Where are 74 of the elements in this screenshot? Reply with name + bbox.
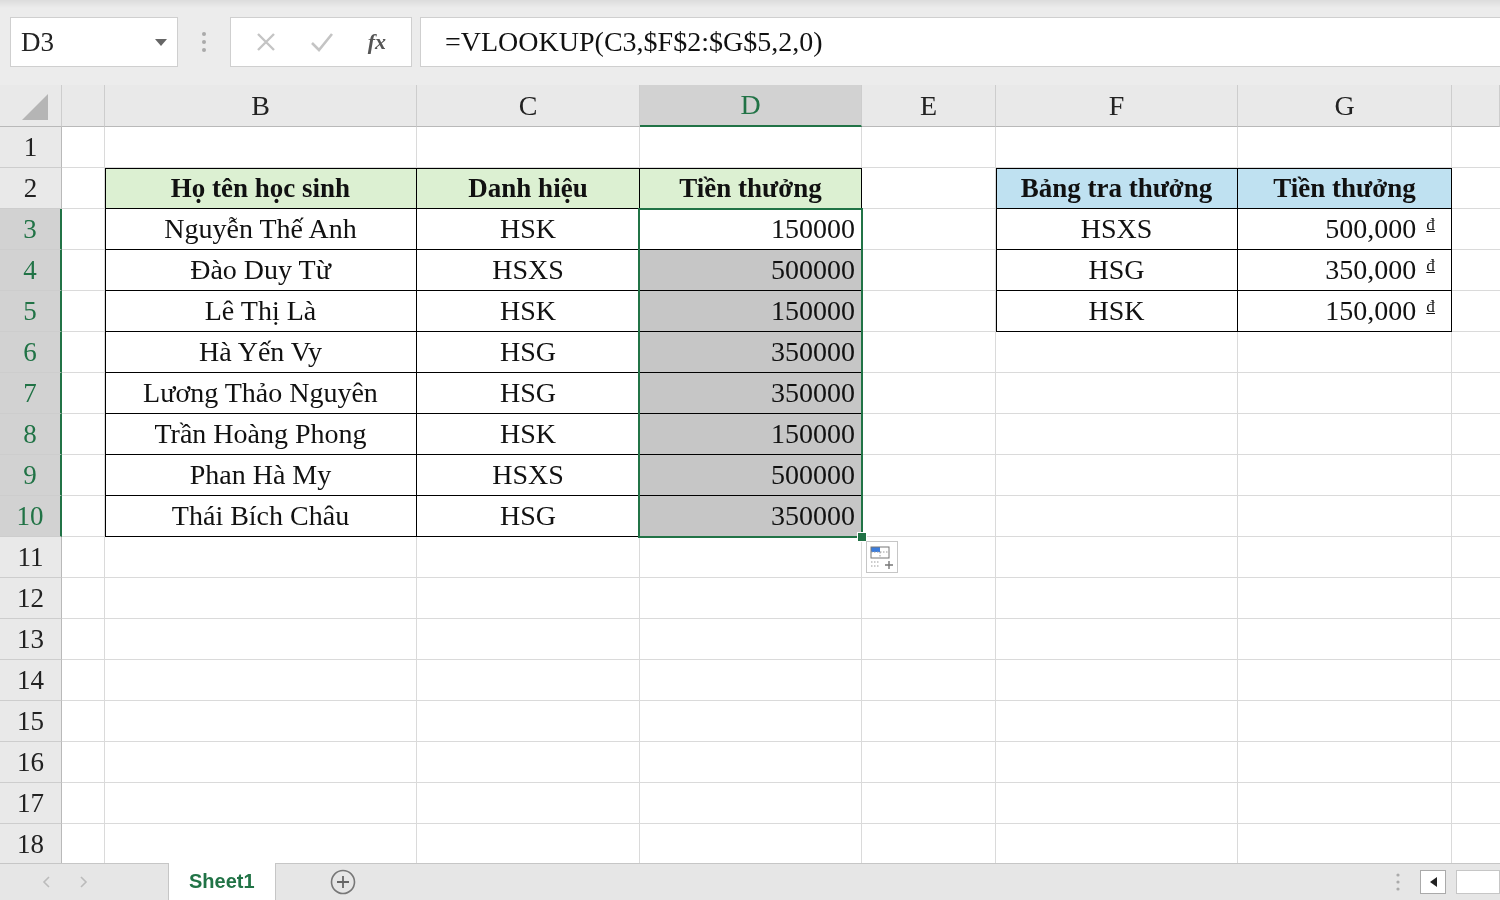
table-cell: Trần Hoàng Phong — [105, 414, 417, 455]
table-header-cell: Tiền thưởng — [1238, 168, 1452, 209]
currency-symbol: ₫ — [1426, 256, 1435, 276]
row-header[interactable]: 2 — [0, 168, 62, 209]
table-cell: 350000 — [640, 332, 862, 373]
row-header[interactable]: 7 — [0, 373, 62, 414]
left-triangle-icon — [1429, 877, 1437, 887]
row-header[interactable]: 11 — [0, 537, 62, 578]
row-header[interactable]: 12 — [0, 578, 62, 619]
table-cell: 500000 — [640, 250, 862, 291]
table-cell: 500000 — [640, 455, 862, 496]
table-cell: Đào Duy Từ — [105, 250, 417, 291]
row-header[interactable]: 6 — [0, 332, 62, 373]
row-header[interactable]: 17 — [0, 783, 62, 824]
table-header-cell: Tiền thưởng — [640, 168, 862, 209]
grip-icon — [202, 31, 206, 53]
fill-handle[interactable] — [857, 532, 867, 542]
column-header[interactable]: E — [862, 85, 996, 127]
row-header[interactable]: 9 — [0, 455, 62, 496]
table-header-cell: Bảng tra thưởng — [996, 168, 1238, 209]
column-header[interactable] — [1452, 85, 1500, 127]
currency-amount: 350,000 — [1325, 254, 1417, 286]
dropdown-caret-icon — [155, 38, 167, 46]
table-cell: 150000 — [640, 414, 862, 455]
row-header[interactable]: 8 — [0, 414, 62, 455]
row-header[interactable]: 16 — [0, 742, 62, 783]
row-header[interactable]: 5 — [0, 291, 62, 332]
table-cell: 150000 — [640, 291, 862, 332]
insert-function-button[interactable]: fx — [367, 29, 387, 55]
row-header[interactable]: 1 — [0, 127, 62, 168]
column-header[interactable]: F — [996, 85, 1238, 127]
table-cell: Lương Thảo Nguyên — [105, 373, 417, 414]
table-header-cell: Danh hiệu — [417, 168, 640, 209]
scroll-right-icon[interactable] — [80, 876, 88, 888]
table-cell: 350000 — [640, 496, 862, 537]
table-cell: HSXS — [996, 209, 1238, 250]
column-header[interactable]: C — [417, 85, 640, 127]
table-header-cell: Họ tên học sinh — [105, 168, 417, 209]
grip-icon — [1396, 873, 1400, 891]
check-icon[interactable] — [309, 32, 334, 52]
row-header[interactable]: 4 — [0, 250, 62, 291]
add-sheet-icon[interactable] — [329, 869, 356, 895]
currency-amount: 500,000 — [1325, 213, 1417, 245]
table-cell: Nguyễn Thế Anh — [105, 209, 417, 250]
cancel-icon[interactable] — [255, 32, 276, 52]
table-cell: Lê Thị Là — [105, 291, 417, 332]
table-cell: 350000 — [640, 373, 862, 414]
select-all-corner[interactable] — [0, 85, 62, 127]
column-header[interactable]: B — [105, 85, 417, 127]
row-header[interactable]: 13 — [0, 619, 62, 660]
row-header[interactable]: 3 — [0, 209, 62, 250]
row-header[interactable]: 15 — [0, 701, 62, 742]
scroll-left-icon[interactable] — [42, 876, 50, 888]
column-header[interactable]: G — [1238, 85, 1452, 127]
name-box[interactable]: D3 — [10, 17, 178, 67]
row-header[interactable]: 18 — [0, 824, 62, 863]
table-cell: Thái Bích Châu — [105, 496, 417, 537]
currency-amount: 150,000 — [1325, 295, 1417, 327]
column-header[interactable] — [62, 85, 105, 127]
table-cell: Phan Hà My — [105, 455, 417, 496]
horizontal-scrollbar[interactable] — [1456, 870, 1500, 894]
currency-symbol: ₫ — [1426, 215, 1435, 235]
formula-field[interactable]: =VLOOKUP(C3,$F$2:$G$5,2,0) — [420, 17, 1500, 67]
sheet-tab[interactable]: Sheet1 — [168, 863, 276, 900]
currency-symbol: ₫ — [1426, 297, 1435, 317]
row-header[interactable]: 10 — [0, 496, 62, 537]
select-all-triangle-icon[interactable] — [21, 94, 48, 120]
table-cell: Hà Yến Vy — [105, 332, 417, 373]
table-cell: HSG — [996, 250, 1238, 291]
table-cell: HSK — [996, 291, 1238, 332]
quick-analysis-icon[interactable] — [866, 541, 898, 573]
column-header[interactable]: D — [640, 85, 862, 127]
scroll-left-button[interactable] — [1420, 870, 1446, 894]
row-header[interactable]: 14 — [0, 660, 62, 701]
